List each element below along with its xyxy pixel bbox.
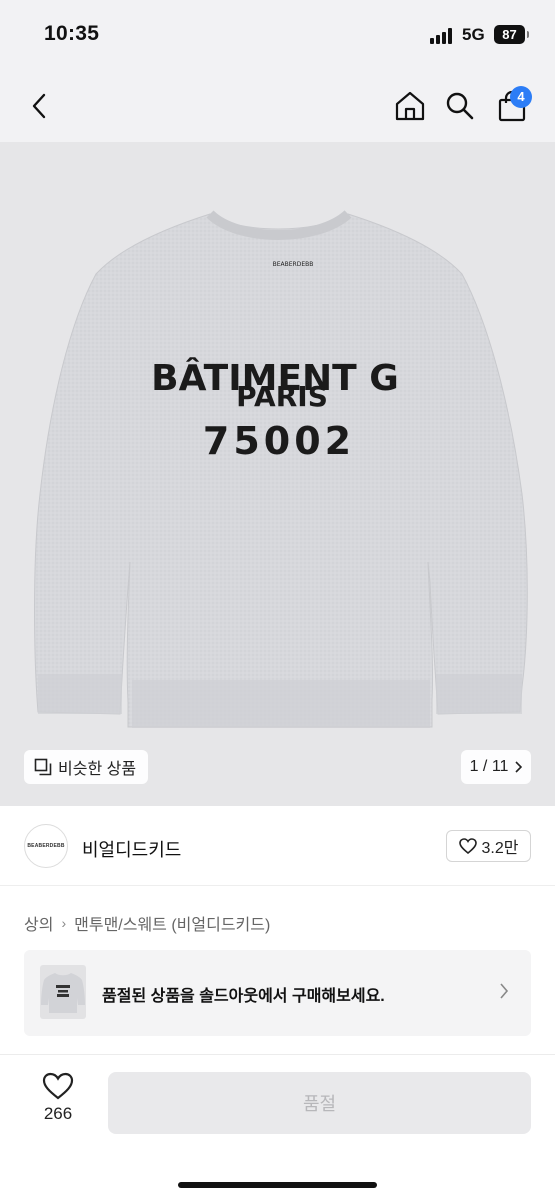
neck-label: BEABERDEBB — [273, 261, 314, 268]
chevron-right-icon: › — [61, 915, 67, 931]
like-count: 266 — [43, 1104, 73, 1123]
battery-icon: 87 — [494, 25, 529, 44]
nav-header — [0, 72, 555, 142]
soldout-message: 품절된 상품을 솔드아웃에서 구매해보세요. — [102, 988, 385, 1005]
page-indicator-text: 1 / 11 — [469, 758, 509, 775]
search-icon — [446, 92, 474, 120]
network-label: 5G — [462, 25, 485, 44]
breadcrumb: 상의 › 맨투맨/스웨트 (비얼디드키드) — [24, 911, 270, 935]
divider — [0, 1054, 555, 1055]
brand-like-count: 3.2만 — [481, 840, 519, 857]
chevron-left-icon — [32, 93, 46, 119]
home-button[interactable] — [390, 86, 430, 126]
product-image[interactable]: BEABERDEBB BÂTIMENT G PARIS 75002 — [0, 142, 555, 806]
print-line-2: PARIS — [236, 380, 328, 413]
brand-like-button[interactable]: 3.2만 — [446, 830, 531, 862]
home-icon — [395, 91, 425, 121]
copy-icon — [34, 758, 52, 776]
cart-count-badge: 4 — [510, 86, 532, 108]
brand-row[interactable]: BEABERDEBB 비얼디드키드 3.2만 — [0, 806, 555, 886]
heart-icon — [458, 838, 477, 854]
chevron-right-icon — [515, 761, 523, 773]
heart-icon — [42, 1072, 74, 1100]
signal-icon — [430, 28, 456, 44]
sweatshirt-illustration: BEABERDEBB BÂTIMENT G PARIS 75002 — [34, 210, 528, 728]
back-button[interactable] — [20, 86, 60, 126]
similar-products-button[interactable]: 비슷한 상품 — [24, 750, 149, 784]
soldout-thumbnail — [40, 965, 86, 1019]
print-line-3: 75002 — [203, 419, 355, 463]
home-indicator — [178, 1182, 377, 1188]
status-bar: 10:35 5G 87 — [0, 0, 555, 72]
brand-name[interactable]: 비얼디드키드 — [82, 836, 181, 862]
search-button[interactable] — [440, 86, 480, 126]
soldout-purchase-button[interactable]: 품절 — [108, 1072, 531, 1134]
breadcrumb-category[interactable]: 상의 — [24, 911, 53, 935]
like-button[interactable]: 266 — [26, 1072, 90, 1132]
soldout-banner[interactable]: 품절된 상품을 솔드아웃에서 구매해보세요. — [24, 950, 531, 1036]
brand-logo: BEABERDEBB — [24, 824, 68, 868]
image-page-indicator[interactable]: 1 / 11 — [461, 750, 531, 784]
similar-products-label: 비슷한 상품 — [58, 761, 137, 778]
status-time: 10:35 — [44, 22, 100, 45]
chevron-right-icon — [500, 983, 509, 999]
breadcrumb-subcategory[interactable]: 맨투맨/스웨트 (비얼디드키드) — [74, 911, 270, 935]
